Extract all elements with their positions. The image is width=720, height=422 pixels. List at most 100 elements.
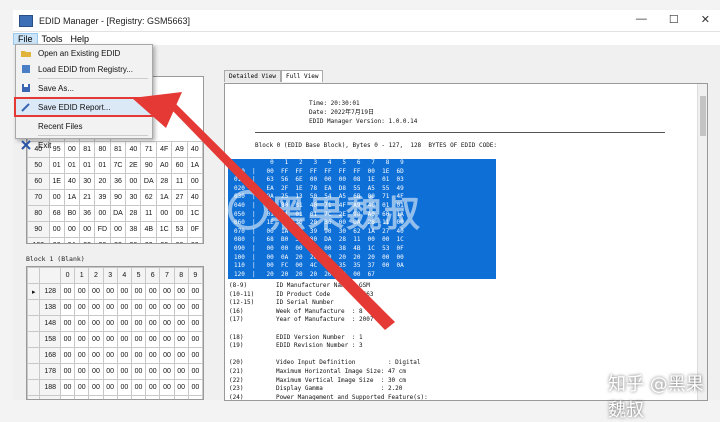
hex-cell[interactable]: 60 bbox=[171, 157, 188, 174]
grid-row[interactable]: 138 00 00 00 00 00 00 00 00 00 00 bbox=[27, 299, 203, 316]
hex-cell[interactable]: 00 bbox=[109, 221, 127, 238]
hex-cell[interactable]: 40 bbox=[63, 173, 81, 190]
grid-row[interactable]: 178 00 00 00 00 00 00 00 00 00 00 bbox=[27, 363, 203, 380]
hex-cell[interactable]: 4F bbox=[156, 141, 173, 158]
grid-row[interactable]: 188 00 00 00 00 00 00 00 00 00 00 bbox=[27, 379, 203, 396]
hex-cell[interactable]: 00 bbox=[102, 379, 118, 396]
hex-cell[interactable]: 00 bbox=[88, 395, 104, 399]
hex-cell[interactable]: 0A bbox=[63, 237, 81, 243]
hex-cell[interactable]: 00 bbox=[173, 315, 189, 332]
hex-cell[interactable]: 00 bbox=[159, 379, 175, 396]
hex-cell[interactable]: 1E bbox=[48, 173, 65, 190]
hex-cell[interactable]: 00 bbox=[74, 363, 90, 380]
hex-cell[interactable]: 36 bbox=[109, 173, 127, 190]
menu-item-save-as[interactable]: Save As... bbox=[16, 80, 152, 96]
hex-cell[interactable]: 00 bbox=[187, 299, 203, 316]
hex-cell[interactable]: 00 bbox=[145, 347, 161, 364]
hex-cell[interactable]: 00 bbox=[156, 205, 173, 222]
minimize-button[interactable]: — bbox=[636, 13, 647, 26]
hex-cell[interactable]: 00 bbox=[88, 283, 104, 300]
hex-cell[interactable]: 90 bbox=[109, 189, 127, 206]
hex-cell[interactable]: 00 bbox=[187, 283, 203, 300]
hex-cell[interactable]: 00 bbox=[125, 173, 142, 190]
hex-cell[interactable]: 00 bbox=[159, 331, 175, 348]
hex-cell[interactable]: 01 bbox=[48, 157, 65, 174]
hex-cell[interactable]: 1A bbox=[156, 189, 173, 206]
hex-cell[interactable]: 00 bbox=[145, 363, 161, 380]
hex-cell[interactable]: B0 bbox=[63, 205, 81, 222]
hex-cell[interactable]: 28 bbox=[125, 205, 142, 222]
hex-cell[interactable]: 00 bbox=[187, 395, 203, 399]
hex-cell[interactable]: 00 bbox=[102, 331, 118, 348]
hex-cell[interactable]: 00 bbox=[130, 379, 147, 396]
hex-cell[interactable]: 00 bbox=[102, 299, 118, 316]
menu-item-open[interactable]: Open an Existing EDID bbox=[16, 45, 152, 61]
hex-cell[interactable]: 00 bbox=[88, 379, 104, 396]
hex-cell[interactable]: 40 bbox=[186, 141, 203, 158]
hex-cell[interactable]: 00 bbox=[74, 331, 90, 348]
grid-row[interactable]: 19800000000000000000000 bbox=[27, 395, 203, 399]
hex-cell[interactable]: 1C bbox=[186, 205, 203, 222]
hex-cell[interactable]: 00 bbox=[130, 283, 147, 300]
hex-cell[interactable]: 00 bbox=[102, 363, 118, 380]
hex-cell[interactable]: 00 bbox=[88, 363, 104, 380]
hex-cell[interactable]: 00 bbox=[59, 315, 76, 332]
hex-cell[interactable]: 00 bbox=[78, 221, 96, 238]
hex-cell[interactable]: 00 bbox=[74, 395, 90, 399]
hex-cell[interactable]: 20 bbox=[125, 237, 142, 243]
hex-cell[interactable]: 00 bbox=[145, 315, 161, 332]
hex-cell[interactable]: 00 bbox=[186, 173, 203, 190]
hex-cell[interactable]: 20 bbox=[140, 237, 158, 243]
hex-cell[interactable]: 00 bbox=[173, 395, 189, 399]
hex-cell[interactable]: 20 bbox=[78, 237, 96, 243]
hex-cell[interactable]: 1C bbox=[156, 221, 173, 238]
hex-cell[interactable]: 0F bbox=[186, 221, 203, 238]
hex-cell[interactable]: 00 bbox=[48, 189, 65, 206]
menu-item-exit[interactable]: Exit bbox=[16, 137, 152, 153]
hex-cell[interactable]: 00 bbox=[88, 315, 104, 332]
hex-cell[interactable]: 00 bbox=[173, 347, 189, 364]
report-scrollbar[interactable] bbox=[697, 84, 707, 400]
hex-cell[interactable]: 00 bbox=[102, 347, 118, 364]
hex-cell[interactable]: 00 bbox=[130, 315, 147, 332]
menu-help[interactable]: Help bbox=[67, 34, 94, 44]
hex-cell[interactable]: 01 bbox=[63, 157, 81, 174]
hex-cell[interactable]: 28 bbox=[156, 173, 173, 190]
hex-cell[interactable]: 00 bbox=[186, 237, 203, 243]
hex-cell[interactable]: A0 bbox=[156, 157, 173, 174]
hex-cell[interactable]: 20 bbox=[156, 237, 173, 243]
menu-item-save-report[interactable]: Save EDID Report... bbox=[14, 97, 154, 117]
hex-cell[interactable]: 00 bbox=[59, 331, 76, 348]
hex-cell[interactable]: 00 bbox=[88, 331, 104, 348]
hex-cell[interactable]: 00 bbox=[159, 315, 175, 332]
hex-cell[interactable]: 00 bbox=[59, 395, 76, 399]
hex-cell[interactable]: 00 bbox=[116, 379, 132, 396]
hex-cell[interactable]: 00 bbox=[48, 221, 65, 238]
hex-cell[interactable]: 00 bbox=[187, 363, 203, 380]
hex-cell[interactable]: 00 bbox=[102, 315, 118, 332]
close-button[interactable]: ✕ bbox=[701, 13, 710, 26]
hex-cell[interactable]: 20 bbox=[109, 237, 127, 243]
hex-cell[interactable]: 00 bbox=[74, 299, 90, 316]
hex-cell[interactable]: 00 bbox=[94, 205, 111, 222]
hex-cell[interactable]: 00 bbox=[116, 363, 132, 380]
hex-cell[interactable]: 38 bbox=[125, 221, 142, 238]
hex-cell[interactable]: DA bbox=[109, 205, 127, 222]
hex-cell[interactable]: 11 bbox=[140, 205, 158, 222]
hex-cell[interactable]: 27 bbox=[171, 189, 188, 206]
hex-cell[interactable]: 00 bbox=[59, 363, 76, 380]
hex-cell[interactable]: 00 bbox=[187, 379, 203, 396]
hex-cell[interactable]: 00 bbox=[88, 347, 104, 364]
hex-cell[interactable]: 1A bbox=[186, 157, 203, 174]
hex-cell[interactable]: 00 bbox=[116, 331, 132, 348]
hex-cell[interactable]: 00 bbox=[48, 237, 65, 243]
hex-cell[interactable]: 00 bbox=[63, 221, 81, 238]
hex-cell[interactable]: 00 bbox=[88, 299, 104, 316]
grid-row[interactable]: 90 00 00 00 FD 00 38 4B 1C 53 0F bbox=[27, 221, 203, 238]
hex-cell[interactable]: 00 bbox=[130, 363, 147, 380]
hex-cell[interactable]: 21 bbox=[78, 189, 96, 206]
hex-cell[interactable]: 00 bbox=[173, 299, 189, 316]
hex-cell[interactable]: 00 bbox=[102, 283, 118, 300]
hex-cell[interactable]: 00 bbox=[59, 379, 76, 396]
hex-cell[interactable]: 36 bbox=[78, 205, 96, 222]
